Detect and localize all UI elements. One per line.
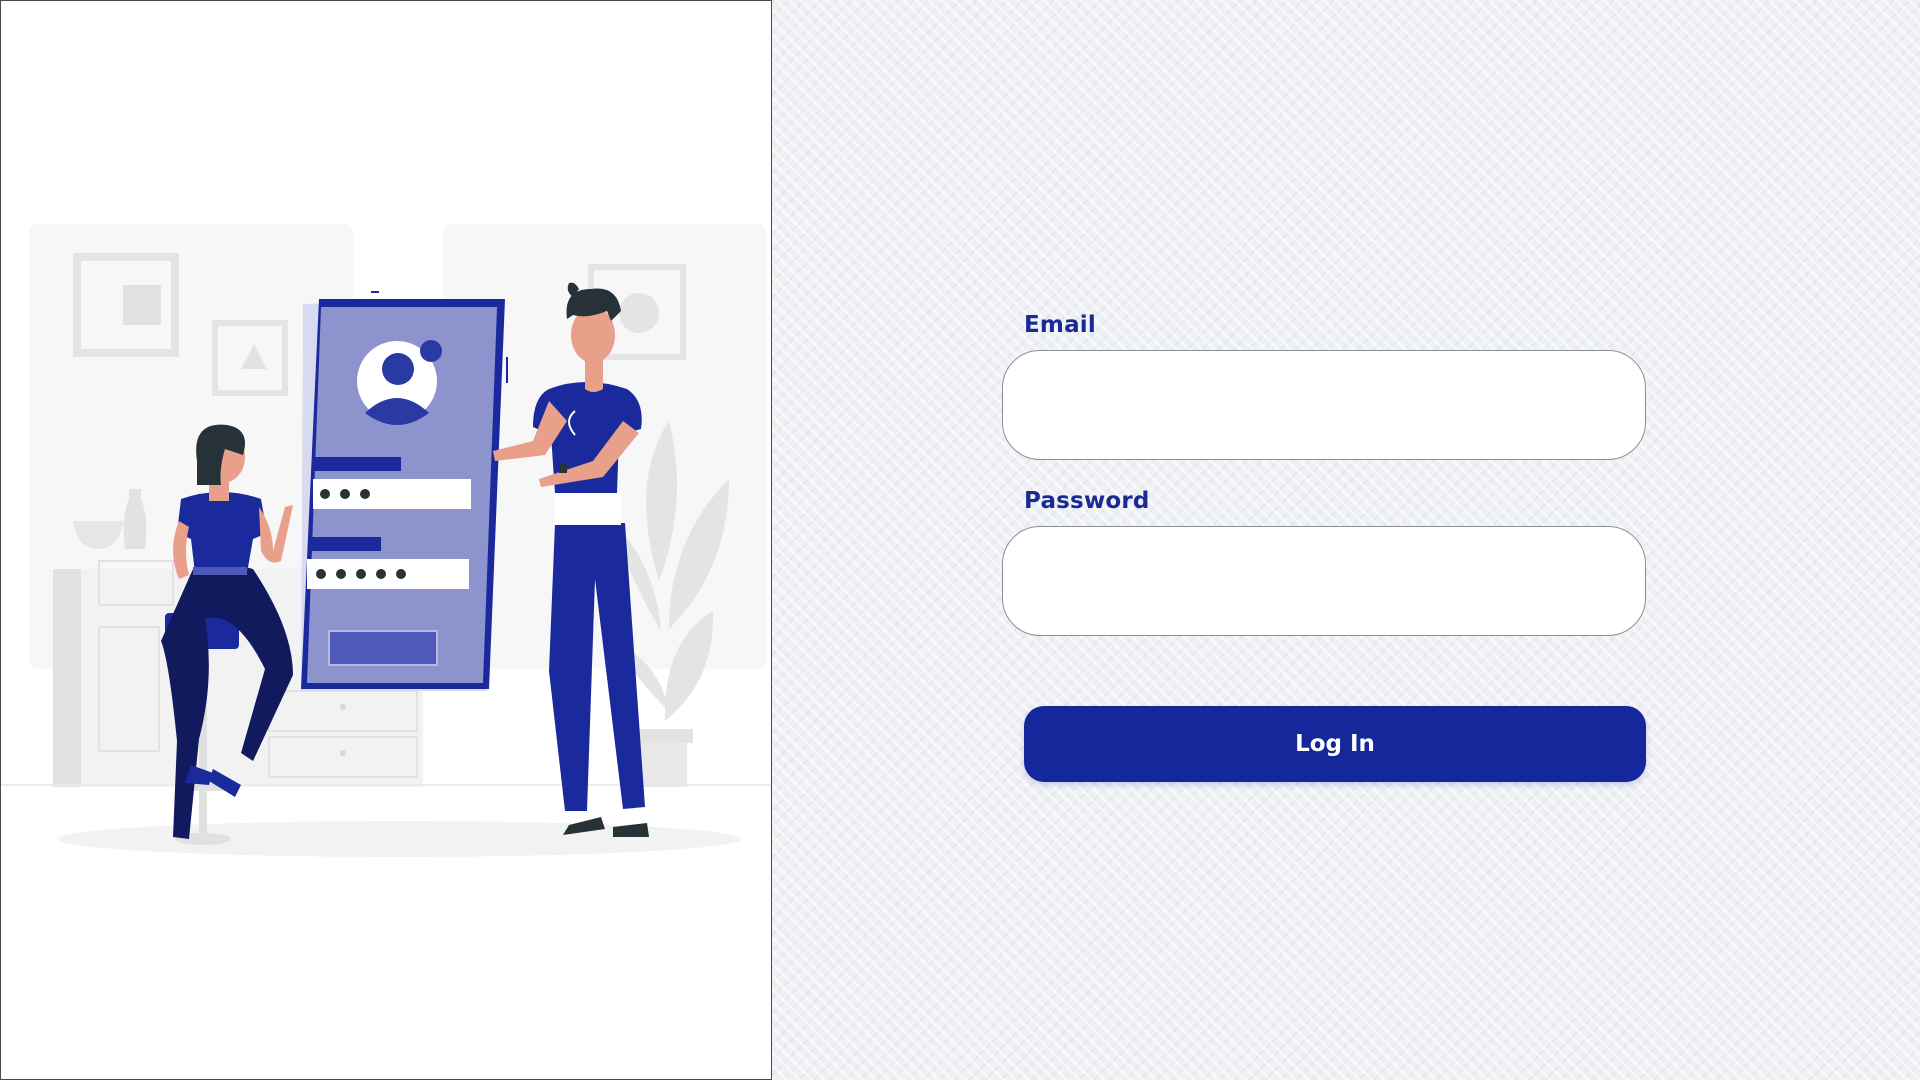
email-label: Email bbox=[1024, 312, 1096, 338]
login-page: Email Password Log In bbox=[0, 0, 1920, 1080]
knob bbox=[340, 704, 346, 710]
illustration-panel bbox=[0, 0, 772, 1080]
login-button[interactable]: Log In bbox=[1024, 706, 1646, 782]
field-gap bbox=[1002, 460, 1646, 488]
man-shirt-hem bbox=[555, 493, 621, 525]
password-dot bbox=[360, 489, 370, 499]
avatar-badge bbox=[420, 340, 442, 362]
phone-field-1 bbox=[313, 479, 471, 509]
password-label: Password bbox=[1024, 488, 1150, 514]
phone-field-2 bbox=[307, 559, 469, 589]
password-field[interactable] bbox=[1002, 526, 1646, 636]
man-shoe bbox=[613, 823, 649, 837]
login-form: Email Password Log In bbox=[1002, 312, 1646, 782]
password-dot bbox=[320, 489, 330, 499]
password-dot bbox=[336, 569, 346, 579]
cabinet-side bbox=[53, 569, 81, 787]
phone-label-bar bbox=[313, 457, 401, 471]
phone-button bbox=[328, 630, 438, 666]
knob bbox=[340, 750, 346, 756]
login-illustration bbox=[1, 224, 771, 857]
picture-frame-art bbox=[123, 285, 161, 325]
password-dot bbox=[396, 569, 406, 579]
woman-belt bbox=[193, 567, 247, 575]
password-dot bbox=[316, 569, 326, 579]
man-watch bbox=[559, 463, 567, 473]
password-dot bbox=[376, 569, 386, 579]
email-field[interactable] bbox=[1002, 350, 1646, 460]
password-dot bbox=[356, 569, 366, 579]
phone-label-bar-2 bbox=[309, 537, 381, 551]
avatar-head bbox=[382, 353, 414, 385]
password-dot bbox=[340, 489, 350, 499]
picture-frame-circle bbox=[619, 293, 659, 333]
